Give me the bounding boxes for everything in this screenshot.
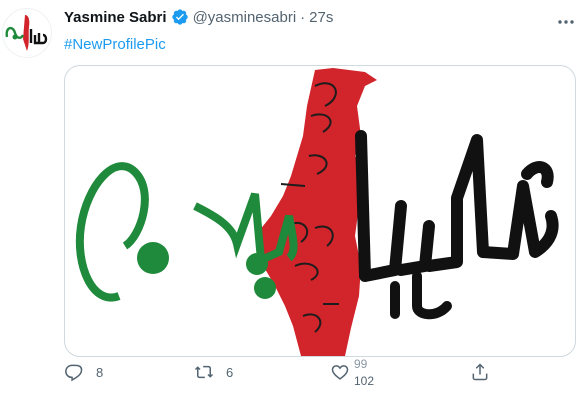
author-handle[interactable]: @yasminesabri (193, 9, 297, 26)
tweet-media-image[interactable] (64, 65, 576, 357)
heart-icon (331, 365, 349, 380)
tweet-actions: 8 6 99 102 (64, 359, 514, 390)
separator: · (300, 8, 306, 26)
like-count-current: 102 (354, 374, 375, 388)
retweet-icon (194, 365, 214, 379)
author-name[interactable]: Yasmine Sabri (64, 9, 167, 26)
green-dot (254, 277, 276, 299)
more-icon[interactable] (556, 12, 576, 32)
share-icon (472, 363, 488, 381)
share-button[interactable] (470, 362, 490, 382)
reply-icon (65, 364, 83, 382)
green-dot (137, 242, 169, 274)
tweet-header: Yasmine Sabri @yasminesabri · 27s (64, 8, 333, 26)
like-button[interactable] (330, 362, 350, 382)
green-script (75, 162, 149, 302)
reply-count: 8 (96, 364, 104, 380)
tweet-time[interactable]: 27s (309, 9, 333, 26)
black-script (355, 130, 559, 282)
retweet-button[interactable]: 6 (194, 362, 233, 382)
like-count-previous: 99 (354, 359, 368, 369)
profile-art (75, 68, 559, 356)
green-dot (246, 253, 268, 275)
avatar[interactable] (2, 8, 52, 58)
reply-button[interactable]: 8 (64, 362, 103, 382)
like-count: 99 102 (354, 359, 378, 388)
verified-badge-icon (171, 8, 189, 26)
hashtag-link[interactable]: #NewProfilePic (64, 36, 166, 53)
retweet-count: 6 (226, 364, 234, 380)
avatar-artwork (5, 15, 48, 51)
